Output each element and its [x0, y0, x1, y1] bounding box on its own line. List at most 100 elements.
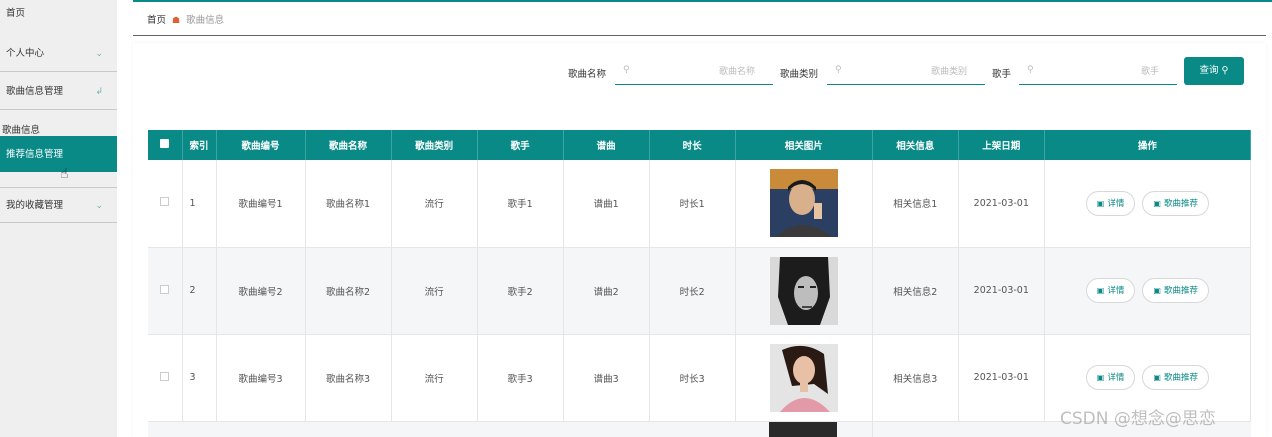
- breadcrumb-divider: [133, 35, 1266, 36]
- checkbox-box: [160, 371, 170, 381]
- document-icon: ▣: [1153, 286, 1161, 295]
- singer-photo[interactable]: [769, 169, 838, 238]
- cell-singer: 歌手1: [477, 160, 564, 248]
- detail-button[interactable]: ▣ 详情: [1085, 190, 1136, 216]
- detail-button-label: 详情: [1107, 373, 1125, 383]
- recommend-button[interactable]: ▣ 歌曲推荐: [1142, 278, 1209, 303]
- cell-index: 3: [182, 334, 217, 422]
- cell-singer: 歌手3: [477, 334, 564, 422]
- sidebar-item-recommend[interactable]: 推荐信息管理: [0, 136, 117, 172]
- search-icon: ⚲: [835, 65, 842, 75]
- document-icon: ▣: [1153, 373, 1161, 382]
- column-header: 歌曲编号: [216, 130, 306, 160]
- search-button-label: 查询: [1199, 65, 1219, 76]
- cell-composer: 谱曲3: [563, 334, 650, 422]
- singer-search-field: ⚲: [1019, 60, 1177, 85]
- song-table: 索引 歌曲编号 歌曲名称 歌曲类别 歌手 谱曲 时长 相关图片 相关信息 上架日…: [148, 130, 1252, 437]
- singer-photo[interactable]: [769, 421, 838, 437]
- cell-date: 2021-03-01: [958, 334, 1045, 422]
- breadcrumb-home[interactable]: 首页: [147, 15, 166, 26]
- sidebar-item-favorites[interactable]: 我的收藏管理 ⌄: [0, 187, 117, 223]
- search-icon: ⚲: [1221, 65, 1229, 76]
- song-type-search-field: ⚲: [827, 60, 985, 85]
- row-checkbox[interactable]: [148, 160, 183, 248]
- table-header-row: 索引 歌曲编号 歌曲名称 歌曲类别 歌手 谱曲 时长 相关图片 相关信息 上架日…: [148, 130, 1252, 160]
- cell-actions: ▣ 详情 ▣ 歌曲推荐: [1044, 160, 1252, 248]
- singer-photo[interactable]: [769, 256, 838, 325]
- recommend-button-label: 歌曲推荐: [1163, 286, 1198, 296]
- search-icon: ⚲: [623, 65, 630, 75]
- checkbox-box: [160, 139, 170, 148]
- sidebar-item-label: 歌曲信息管理: [6, 86, 64, 97]
- recommend-button[interactable]: ▣ 歌曲推荐: [1142, 365, 1209, 390]
- cell-name: 歌曲名称2: [305, 247, 392, 335]
- sidebar-item-personal[interactable]: 个人中心 ⌄: [0, 36, 117, 72]
- column-header: 操作: [1044, 130, 1252, 160]
- recommend-button-label: 歌曲推荐: [1163, 198, 1198, 209]
- watermark: CSDN @想念@思恋: [1060, 409, 1216, 429]
- chevron-down-icon: ⌄: [95, 49, 103, 59]
- cell-singer: 歌手2: [477, 247, 564, 335]
- column-header: 时长: [649, 130, 736, 160]
- top-accent-line: [133, 0, 1272, 2]
- sidebar-item-label: 个人中心: [6, 48, 45, 59]
- search-button[interactable]: 查询 ⚲: [1184, 57, 1244, 85]
- detail-button-label: 详情: [1107, 198, 1125, 209]
- sidebar-item-label: 首页: [6, 8, 26, 19]
- cell-date: 2021-03-01: [958, 247, 1045, 335]
- cell-image: [735, 421, 873, 437]
- row-checkbox[interactable]: [148, 247, 183, 335]
- detail-button[interactable]: ▣ 详情: [1085, 365, 1136, 390]
- sidebar-item-home[interactable]: 首页: [0, 0, 117, 32]
- cell-image: [735, 334, 873, 422]
- sidebar-item-label: 推荐信息管理: [6, 149, 64, 160]
- cell-code: 歌曲编号1: [216, 160, 306, 248]
- document-icon: ▣: [1096, 373, 1105, 382]
- column-header: 相关图片: [735, 130, 873, 160]
- checkbox-box: [160, 197, 170, 207]
- select-all-checkbox[interactable]: [148, 130, 183, 160]
- column-header: 歌手: [477, 130, 564, 160]
- cell-type: 流行: [391, 160, 478, 248]
- column-header: 谱曲: [563, 130, 650, 160]
- table-row: 1 歌曲编号1 歌曲名称1 流行 歌手1 谱曲1 时长1 相关信息1 2021-…: [148, 160, 1252, 248]
- document-icon: ▣: [1096, 286, 1105, 295]
- recommend-button[interactable]: ▣ 歌曲推荐: [1142, 190, 1209, 216]
- cell-composer: 谱曲1: [563, 160, 650, 248]
- breadcrumb: 首页 ☗ 歌曲信息: [147, 12, 224, 26]
- cell-info: 相关信息1: [872, 160, 959, 248]
- detail-button[interactable]: ▣ 详情: [1085, 278, 1136, 303]
- cell-date: 2021-03-01: [958, 160, 1045, 248]
- column-header: 索引: [182, 130, 217, 160]
- singer-label: 歌手: [992, 69, 1012, 80]
- detail-button-label: 详情: [1107, 286, 1125, 296]
- sidebar-subitem-song-info[interactable]: 歌曲信息: [0, 122, 117, 136]
- table-row: 2 歌曲编号2 歌曲名称2 流行 歌手2 谱曲2 时长2 相关信息2 2021-…: [148, 247, 1252, 335]
- cell-index: 1: [182, 160, 217, 248]
- search-icon: ⚲: [1027, 65, 1034, 75]
- cell-info: 相关信息2: [872, 247, 959, 335]
- document-icon: ▣: [1153, 198, 1161, 208]
- sidebar-item-song-mgmt[interactable]: 歌曲信息管理 ↲: [0, 74, 117, 110]
- cell-composer: 谱曲2: [563, 247, 650, 335]
- singer-input[interactable]: [1041, 62, 1159, 82]
- cell-type: 流行: [391, 247, 478, 335]
- cell-image: [735, 160, 873, 248]
- column-header: 歌曲名称: [305, 130, 392, 160]
- singer-photo[interactable]: [769, 343, 838, 412]
- song-name-label: 歌曲名称: [568, 69, 607, 80]
- column-header: 歌曲类别: [391, 130, 478, 160]
- app: 首页 个人中心 ⌄ 歌曲信息管理 ↲ 歌曲信息 推荐信息管理 我的收藏管理 ⌄ …: [0, 0, 1272, 437]
- breadcrumb-current: 歌曲信息: [186, 15, 225, 26]
- cell-duration: 时长3: [649, 334, 736, 422]
- song-type-label: 歌曲类别: [780, 69, 819, 80]
- cell-index: 2: [182, 247, 217, 335]
- loading-icon: ↲: [95, 87, 103, 97]
- cell-duration: 时长1: [649, 160, 736, 248]
- song-name-input[interactable]: [637, 62, 755, 82]
- cell-image: [735, 247, 873, 335]
- cell-type: 流行: [391, 334, 478, 422]
- sidebar: 首页 个人中心 ⌄ 歌曲信息管理 ↲ 歌曲信息 推荐信息管理 我的收藏管理 ⌄ …: [0, 0, 117, 437]
- row-checkbox[interactable]: [148, 334, 183, 422]
- song-type-input[interactable]: [849, 62, 967, 82]
